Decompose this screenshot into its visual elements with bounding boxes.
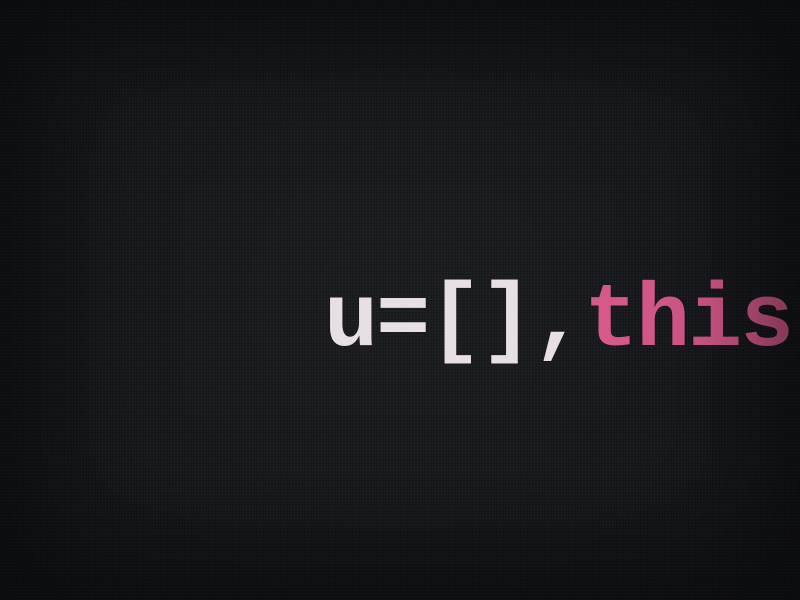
code-editor-viewport: u=[],this},dis eturn p.fireWit e:functio…: [0, 0, 800, 600]
code-token: =[: [376, 271, 480, 373]
code-line: u=[],this},dis: [0, 172, 800, 474]
code-token: this: [584, 271, 792, 373]
code-block: u=[],this},dis eturn p.fireWit e:functio…: [0, 0, 800, 600]
code-token: ]: [480, 271, 532, 373]
code-token: u: [272, 271, 376, 373]
code-token: ,: [532, 271, 584, 373]
code-token: }: [792, 271, 800, 373]
